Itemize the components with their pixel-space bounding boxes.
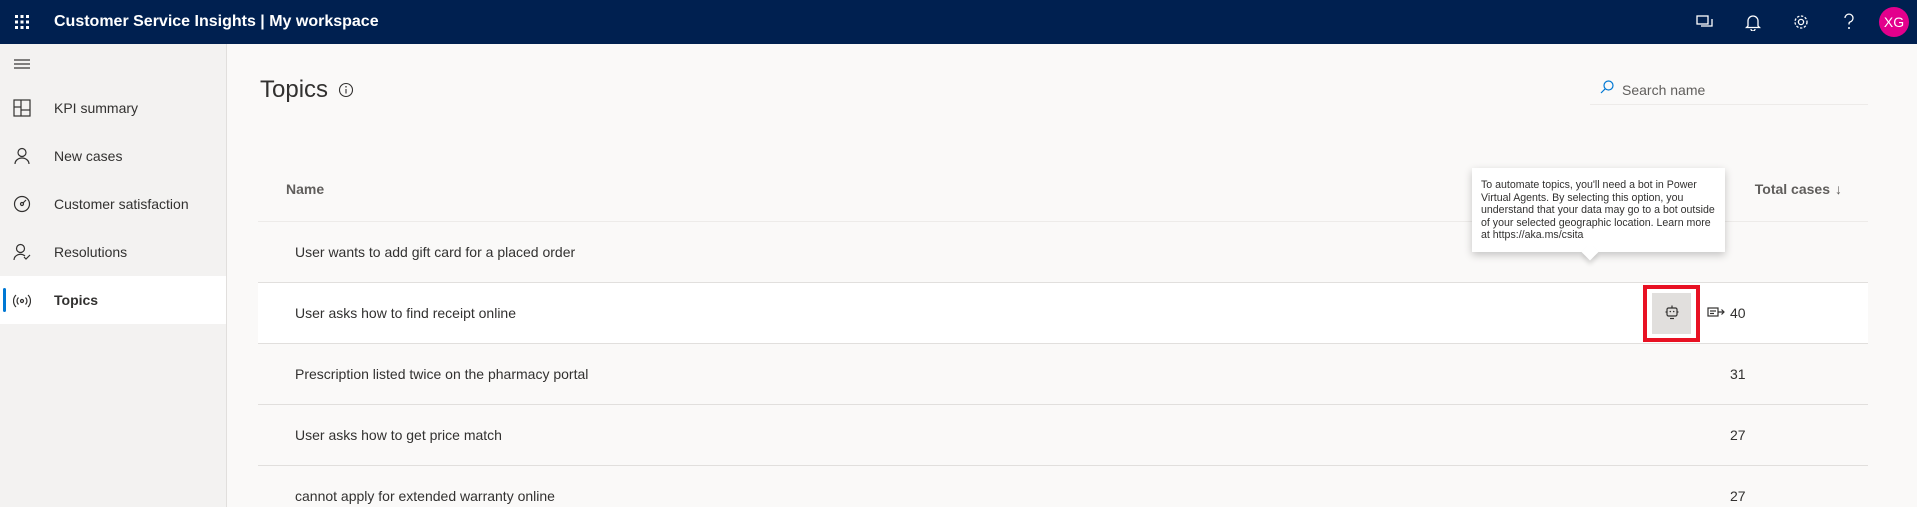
search-icon	[1600, 80, 1614, 99]
column-header-total-cases-label: Total cases	[1754, 180, 1830, 197]
total-cases: 40	[1730, 305, 1746, 321]
topic-name[interactable]: User wants to add gift card for a placed…	[258, 244, 575, 260]
export-topic-button[interactable]	[1704, 302, 1728, 326]
user-avatar[interactable]: XG	[1879, 7, 1909, 37]
total-cases: 27	[1730, 488, 1746, 504]
topic-name[interactable]: Prescription listed twice on the pharmac…	[258, 366, 588, 382]
topic-name[interactable]: cannot apply for extended warranty onlin…	[258, 488, 555, 504]
gear-icon[interactable]	[1777, 0, 1825, 44]
sidebar-item-resolutions[interactable]: Resolutions	[0, 228, 226, 276]
app-launcher-icon[interactable]	[0, 0, 44, 44]
table-row[interactable]: cannot apply for extended warranty onlin…	[258, 466, 1868, 507]
main-content: Topics Name Total cases ↓ User wants to …	[228, 44, 1917, 507]
automate-topic-button[interactable]	[1643, 285, 1700, 342]
search-input[interactable]	[1622, 81, 1862, 98]
topic-name[interactable]: User asks how to find receipt online	[258, 305, 516, 321]
header-actions: XG	[1681, 0, 1917, 44]
row-actions	[1643, 283, 1728, 344]
bot-icon	[1664, 304, 1680, 323]
total-cases: 27	[1730, 427, 1746, 443]
bell-icon[interactable]	[1729, 0, 1777, 44]
person-check-icon	[12, 242, 32, 262]
sidebar-item-label: Topics	[54, 292, 99, 308]
sidebar-item-label: Resolutions	[54, 244, 128, 260]
sidebar-item-new-cases[interactable]: New cases	[0, 132, 226, 180]
column-header-name[interactable]: Name	[258, 181, 324, 197]
sidebar: KPI summary New cases Customer satisfact…	[0, 44, 227, 507]
column-header-total-cases[interactable]: Total cases ↓	[1755, 181, 1868, 197]
export-icon	[1707, 305, 1725, 322]
sidebar-item-kpi-summary[interactable]: KPI summary	[0, 84, 226, 132]
table-row[interactable]: User asks how to find receipt online 40	[258, 283, 1868, 344]
dashboard-icon	[12, 98, 32, 118]
table-row[interactable]: Prescription listed twice on the pharmac…	[258, 344, 1868, 405]
top-bar: Customer Service Insights | My workspace…	[0, 0, 1917, 44]
automate-topic-button-inner	[1652, 293, 1691, 334]
table-row[interactable]: User asks how to get price match 27	[258, 405, 1868, 466]
broadcast-icon	[12, 290, 32, 310]
automate-topic-tooltip: To automate topics, you'll need a bot in…	[1472, 168, 1725, 260]
sort-descending-icon: ↓	[1835, 180, 1842, 197]
person-icon	[12, 146, 32, 166]
sidebar-item-topics[interactable]: Topics	[0, 276, 226, 324]
sidebar-item-label: New cases	[54, 148, 123, 164]
sidebar-item-label: KPI summary	[54, 100, 139, 116]
hamburger-menu-icon[interactable]	[0, 44, 226, 84]
gauge-icon	[12, 194, 32, 214]
topic-name[interactable]: User asks how to get price match	[258, 427, 502, 443]
tooltip-text: To automate topics, you'll need a bot in…	[1481, 179, 1715, 241]
sidebar-item-label: Customer satisfaction	[54, 196, 189, 212]
total-cases: 31	[1730, 366, 1746, 382]
app-title[interactable]: Customer Service Insights | My workspace	[54, 13, 379, 31]
info-icon[interactable]	[338, 82, 354, 98]
page-title-text: Topics	[260, 76, 329, 103]
help-icon[interactable]	[1825, 0, 1873, 44]
sidebar-item-customer-satisfaction[interactable]: Customer satisfaction	[0, 180, 226, 228]
page-title: Topics	[260, 76, 354, 104]
chat-icon[interactable]	[1681, 0, 1729, 44]
search-box[interactable]	[1590, 75, 1868, 105]
